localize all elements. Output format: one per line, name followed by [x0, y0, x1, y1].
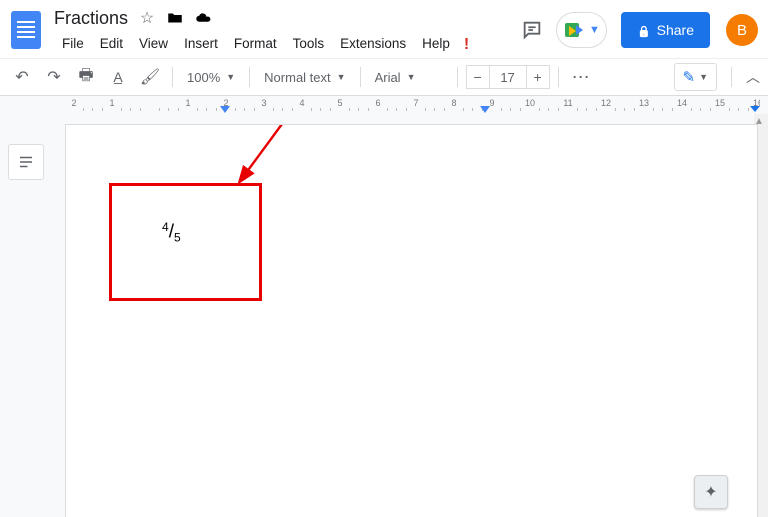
move-icon[interactable]: [166, 9, 184, 27]
paragraph-style-select[interactable]: Normal text ▼: [258, 63, 351, 91]
menu-tools[interactable]: Tools: [285, 32, 333, 58]
font-size-increase[interactable]: +: [526, 65, 550, 89]
menu-bar: File Edit View Insert Format Tools Exten…: [54, 32, 475, 58]
undo-button[interactable]: ↶: [8, 63, 36, 91]
meet-icon: [565, 20, 585, 40]
header-right: ▼ Share B: [518, 6, 758, 48]
font-select[interactable]: Arial ▼: [369, 63, 449, 91]
share-label: Share: [657, 22, 694, 38]
header: Fractions File Edit View Insert Format T…: [0, 0, 768, 58]
ruler-mark: 8: [440, 98, 468, 108]
separator: [558, 67, 559, 87]
ruler-mark: 4: [288, 98, 316, 108]
ruler-mark: 15: [706, 98, 734, 108]
left-rail: [8, 144, 48, 180]
font-size-value[interactable]: 17: [490, 65, 526, 89]
menu-format[interactable]: Format: [226, 32, 285, 58]
ruler-mark: 5: [326, 98, 354, 108]
title-block: Fractions File Edit View Insert Format T…: [54, 6, 475, 58]
meet-button[interactable]: ▼: [556, 12, 607, 48]
pen-icon: [683, 68, 696, 86]
caret-down-icon: ▼: [337, 72, 346, 82]
hide-menus-button[interactable]: ︿: [746, 67, 760, 87]
ruler-mark: 7: [402, 98, 430, 108]
explore-button[interactable]: [694, 475, 728, 509]
more-toolbar-button[interactable]: [567, 63, 595, 91]
caret-down-icon: ▼: [589, 24, 600, 36]
redo-button[interactable]: ↷: [40, 63, 68, 91]
ruler-mark: 1: [98, 98, 126, 108]
ruler-mark: 1: [174, 98, 202, 108]
docs-logo[interactable]: [8, 6, 44, 54]
zoom-select[interactable]: 100% ▼: [181, 63, 241, 91]
menu-edit[interactable]: Edit: [92, 32, 131, 58]
font-value: Arial: [375, 70, 401, 85]
fraction-text[interactable]: 4/5: [162, 220, 181, 245]
editing-mode-button[interactable]: ▼: [674, 63, 718, 91]
workspace: ▲ 4/5: [0, 114, 768, 517]
fraction-numerator: 4: [162, 220, 169, 234]
caret-down-icon: ▼: [407, 72, 416, 82]
font-size-control: − 17 +: [466, 65, 550, 89]
ruler-mark: 2: [60, 98, 88, 108]
first-line-indent-marker[interactable]: [480, 106, 490, 113]
menu-help[interactable]: Help: [414, 32, 458, 58]
print-button[interactable]: 🖶: [72, 63, 100, 91]
separator: [731, 67, 732, 87]
ruler-mark: 3: [250, 98, 278, 108]
comment-history-icon[interactable]: [518, 16, 546, 44]
separator: [249, 67, 250, 87]
ruler-mark: 11: [554, 98, 582, 108]
spellcheck-button[interactable]: A̲: [104, 63, 132, 91]
zoom-value: 100%: [187, 70, 220, 85]
ruler-mark: 14: [668, 98, 696, 108]
right-margin-marker[interactable]: [750, 106, 760, 112]
menu-insert[interactable]: Insert: [176, 32, 226, 58]
caret-down-icon: ▼: [699, 72, 708, 82]
menu-extensions[interactable]: Extensions: [332, 32, 414, 58]
style-value: Normal text: [264, 70, 330, 85]
menu-view[interactable]: View: [131, 32, 176, 58]
caret-down-icon: ▼: [226, 72, 235, 82]
ruler-mark: 12: [592, 98, 620, 108]
paint-format-button[interactable]: 🖌: [136, 63, 164, 91]
account-avatar[interactable]: B: [726, 14, 758, 46]
toolbar: ↶ ↷ 🖶 A̲ 🖌 100% ▼ Normal text ▼ Arial ▼ …: [0, 58, 768, 96]
share-button[interactable]: Share: [621, 12, 710, 48]
document-outline-button[interactable]: [8, 144, 44, 180]
ruler-mark: 6: [364, 98, 392, 108]
separator: [172, 67, 173, 87]
lock-icon: [637, 22, 651, 38]
left-indent-marker[interactable]: [220, 106, 230, 113]
ruler-mark: 13: [630, 98, 658, 108]
menu-alert-icon[interactable]: !: [458, 32, 475, 58]
separator: [457, 67, 458, 87]
separator: [360, 67, 361, 87]
ruler-mark: 10: [516, 98, 544, 108]
document-title[interactable]: Fractions: [54, 8, 128, 29]
document-page[interactable]: 4/5: [65, 124, 758, 517]
star-icon[interactable]: [138, 9, 156, 27]
font-size-decrease[interactable]: −: [466, 65, 490, 89]
annotation-red-box: [109, 183, 262, 301]
menu-file[interactable]: File: [54, 32, 92, 58]
ruler[interactable]: 2112345678910111213141516: [0, 96, 768, 114]
cloud-status-icon[interactable]: [194, 9, 212, 27]
fraction-denominator: 5: [174, 231, 181, 245]
